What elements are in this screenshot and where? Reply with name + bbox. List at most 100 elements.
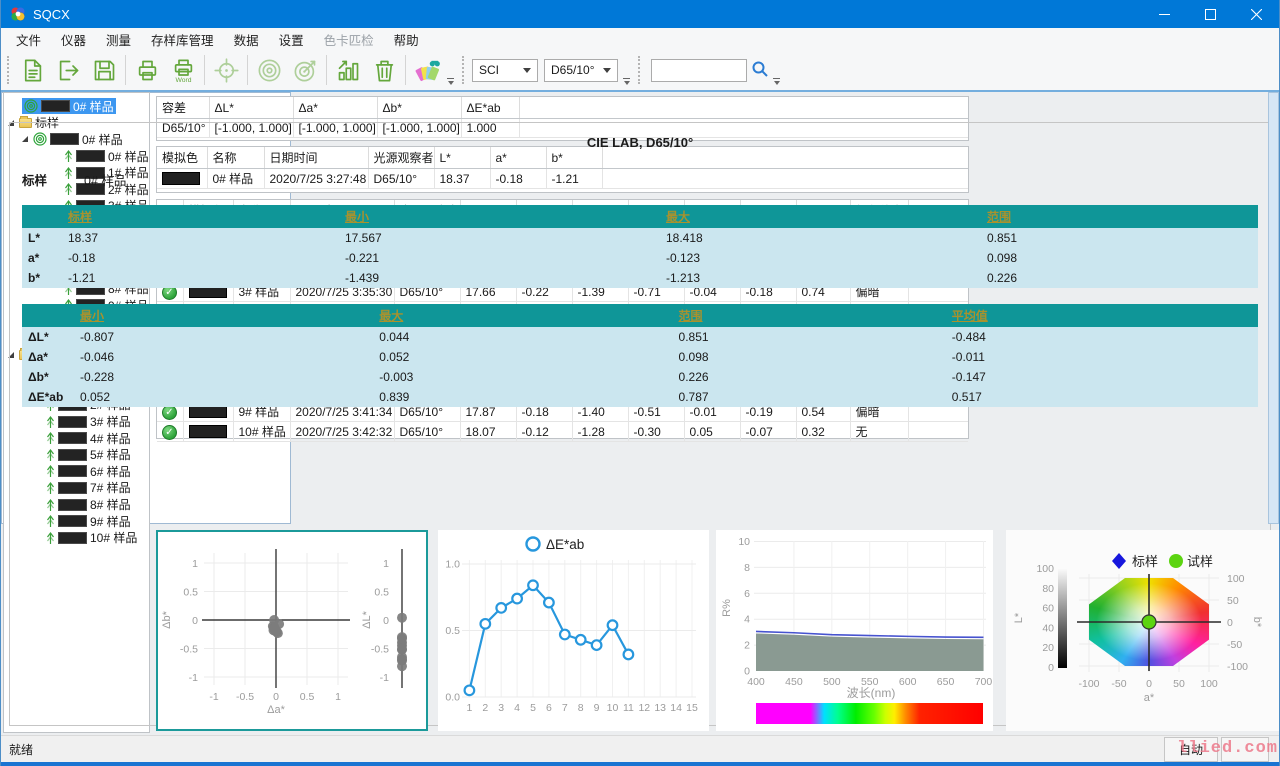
svg-text:1: 1 [192,558,198,570]
main-area: 0# 样品标样0# 样品0# 样品1# 样品2# 样品3# 样品4# 样品5# … [1,92,1279,735]
title-bar: SQCX [1,0,1279,28]
svg-text:50: 50 [1227,595,1239,607]
svg-text:0: 0 [1227,617,1233,629]
toolbar-grip[interactable] [462,56,465,84]
column-header[interactable]: 容差 [157,97,209,119]
svg-text:L*: L* [1013,612,1025,623]
sci-dropdown[interactable]: SCI [472,59,538,82]
svg-text:450: 450 [785,676,803,688]
target-arrow-icon [287,52,323,88]
menu-item-5[interactable]: 设置 [269,27,314,52]
svg-text:-0.5: -0.5 [180,644,198,656]
svg-text:10: 10 [607,702,619,714]
svg-text:1: 1 [335,691,341,703]
new-document-icon[interactable] [14,52,50,88]
window-bottom-edge [1,762,1279,766]
auto-mode-button[interactable]: 自动 [1164,737,1218,762]
target-icon [24,99,38,113]
column-header[interactable]: ΔL* [209,97,293,119]
search-input[interactable] [651,59,747,82]
tree-item[interactable]: 0# 样品 [4,98,149,115]
svg-text:1.0: 1.0 [445,559,460,571]
menu-item-7[interactable]: 帮助 [384,27,429,52]
print-word-icon[interactable]: Word [165,52,201,88]
svg-text:-50: -50 [1227,639,1242,651]
svg-text:2: 2 [744,640,750,652]
cielab-gamut-chart[interactable]: 标样试样100806040200L*-100-50050100a*100500-… [1006,530,1280,731]
svg-text:-1: -1 [209,691,218,703]
status-cell-empty [1221,737,1269,762]
svg-text:6: 6 [546,702,552,714]
svg-text:50: 50 [1173,678,1185,690]
svg-text:0.5: 0.5 [183,587,198,599]
standard-label: 标样 [22,170,84,189]
svg-text:6: 6 [744,588,750,600]
menu-item-3[interactable]: 存样库管理 [141,27,224,52]
stat-header: 最小 [339,205,660,228]
menu-item-6: 色卡匹检 [314,27,384,52]
chevron-down-icon [523,68,531,73]
svg-text:80: 80 [1042,583,1054,595]
svg-text:Δa*: Δa* [267,704,285,716]
svg-text:试样: 试样 [1187,554,1213,569]
save-icon[interactable] [86,52,122,88]
toolbar-overflow-icon[interactable] [447,78,454,85]
svg-text:0: 0 [1048,662,1054,674]
window-title: SQCX [33,7,70,22]
export-icon[interactable] [50,52,86,88]
svg-text:4: 4 [514,702,520,714]
statistics-chart-icon[interactable] [330,52,366,88]
column-header[interactable] [519,97,968,119]
reflectance-chart[interactable]: 0246810R%400450500550600650700波长(nm) [716,530,993,731]
svg-text:4: 4 [744,614,750,626]
svg-text:-0.5: -0.5 [236,691,254,703]
menu-item-1[interactable]: 仪器 [51,27,96,52]
color-match-icon[interactable] [409,52,445,88]
stat-header: 最大 [660,205,981,228]
menu-item-4[interactable]: 数据 [224,27,269,52]
menu-item-0[interactable]: 文件 [6,27,51,52]
toolbar-overflow-icon[interactable] [623,78,630,85]
svg-text:Word: Word [175,76,191,83]
spectrum-color-bar [756,703,983,724]
tree-item-label: 0# 样品 [73,98,114,115]
minimize-button[interactable] [1141,0,1187,28]
stat-row: a*-0.18-0.221-0.1230.098 [22,248,1258,268]
svg-text:40: 40 [1042,622,1054,634]
menu-item-2[interactable]: 测量 [96,27,141,52]
search-icon[interactable] [751,60,769,81]
collapsed-side-strip[interactable] [1268,92,1279,524]
toolbar: Word SCI D65/10° [1,50,1279,92]
delete-icon[interactable] [366,52,402,88]
toolbar-overflow-icon[interactable] [773,78,780,85]
svg-text:-0.5: -0.5 [371,644,389,656]
svg-text:2: 2 [482,702,488,714]
svg-text:400: 400 [747,676,765,688]
color-swatch [41,100,70,112]
svg-text:700: 700 [975,676,993,688]
svg-text:b*: b* [1251,617,1263,628]
svg-text:11: 11 [623,702,634,714]
svg-text:600: 600 [899,676,917,688]
maximize-button[interactable] [1187,0,1233,28]
column-header[interactable]: Δb* [377,97,461,119]
crosshair-target-icon [208,52,244,88]
column-header[interactable]: ΔE*ab [461,97,519,119]
lab-color-wheel [1089,578,1209,666]
delta-e-trend-chart[interactable]: ΔE*ab0.00.51.0123456789101112131415 [438,530,709,731]
svg-text:3: 3 [498,702,504,714]
toolbar-grip[interactable] [7,56,10,84]
column-header[interactable]: Δa* [293,97,377,119]
print-icon[interactable] [129,52,165,88]
svg-text:Δb*: Δb* [161,610,173,628]
stat-row: b*-1.21-1.439-1.2130.226 [22,268,1258,288]
toolbar-separator [405,55,406,85]
svg-text:-100: -100 [1227,661,1248,673]
toolbar-grip[interactable] [638,56,641,84]
close-button[interactable] [1233,0,1279,28]
svg-text:标样: 标样 [1132,554,1158,569]
stat-header: 范围 [673,304,946,327]
illuminant-dropdown[interactable]: D65/10° [544,59,618,82]
delta-ab-scatter-chart[interactable]: -1-1-0.5-0.5000.50.511Δa*Δb*-1-0.500.51Δ… [156,530,428,731]
svg-text:0.5: 0.5 [445,625,460,637]
